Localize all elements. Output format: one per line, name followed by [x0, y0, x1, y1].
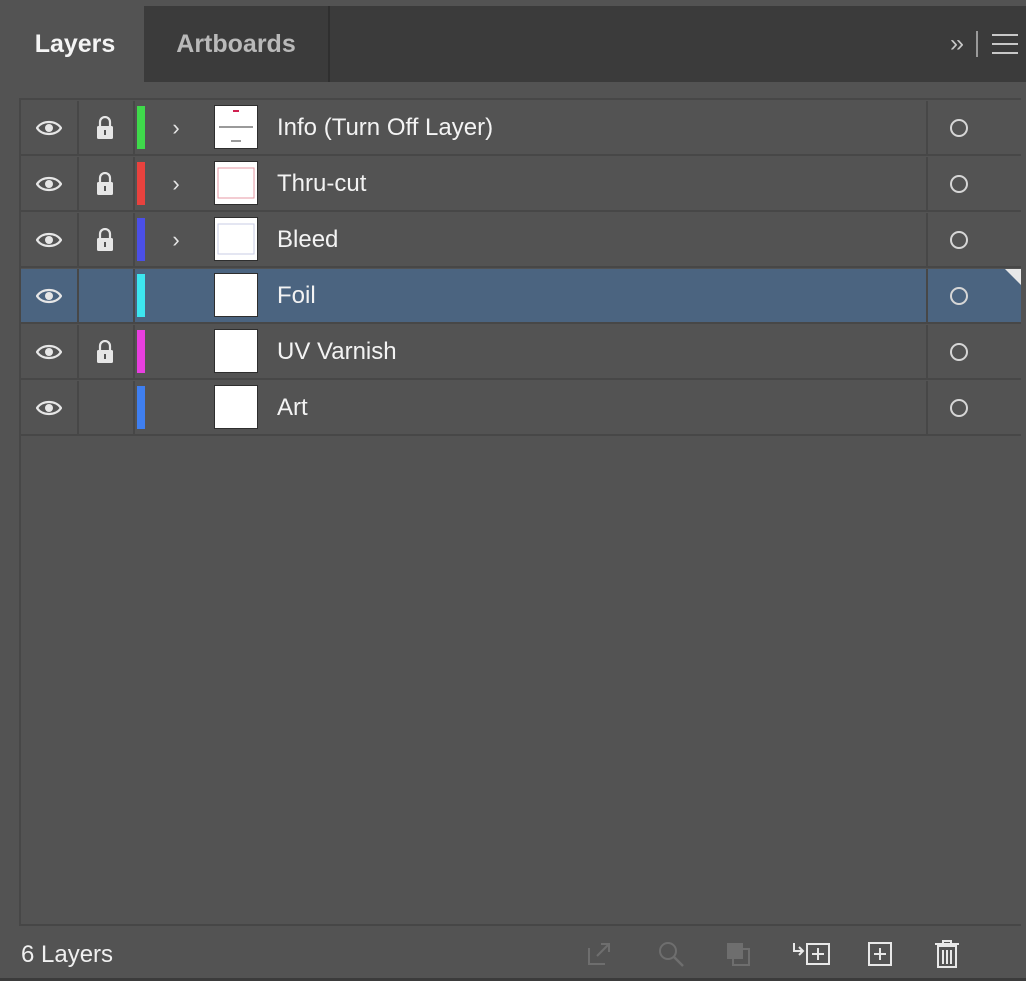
lock-toggle[interactable] [77, 157, 135, 210]
panel-footer: 6 Layers [0, 928, 1026, 981]
layer-color-swatch [137, 162, 145, 205]
eye-icon [36, 287, 62, 305]
target-toggle[interactable] [926, 213, 990, 266]
tab-bar-actions: ›› [950, 6, 1026, 82]
target-circle-icon [950, 230, 968, 249]
clipping-mask-icon[interactable] [722, 938, 754, 970]
layer-name[interactable]: Bleed [277, 213, 338, 266]
target-circle-icon [950, 174, 968, 193]
layer-name[interactable]: Info (Turn Off Layer) [277, 101, 493, 154]
eye-icon [36, 175, 62, 193]
panel-tab-bar: Layers Artboards ›› [6, 6, 1026, 82]
layer-thumbnail [214, 329, 258, 373]
target-toggle[interactable] [926, 269, 990, 322]
lock-icon [95, 171, 115, 196]
layer-color-swatch [137, 330, 145, 373]
layer-thumbnail [214, 217, 258, 261]
layer-color-swatch [137, 386, 145, 429]
eye-icon [36, 399, 62, 417]
layer-color-swatch [137, 274, 145, 317]
layer-name[interactable]: Foil [277, 269, 316, 322]
layer-row-info-turn-off-layer[interactable]: › Info (Turn Off Layer) [21, 101, 1021, 156]
hamburger-menu-icon[interactable] [992, 34, 1018, 54]
layer-color-swatch [137, 218, 145, 261]
visibility-toggle[interactable] [21, 325, 79, 378]
layer-row-uv-varnish[interactable]: UV Varnish [21, 325, 1021, 380]
divider [976, 31, 978, 57]
visibility-toggle[interactable] [21, 269, 79, 322]
trash-icon[interactable] [931, 938, 963, 970]
visibility-toggle[interactable] [21, 157, 79, 210]
visibility-toggle[interactable] [21, 381, 79, 434]
layer-name[interactable]: Thru-cut [277, 157, 366, 210]
lock-icon [95, 227, 115, 252]
lock-toggle[interactable] [77, 101, 135, 154]
layer-row-bleed[interactable]: › Bleed [21, 213, 1021, 268]
lock-toggle[interactable] [77, 381, 135, 434]
target-circle-icon [950, 342, 968, 361]
locate-object-icon[interactable] [655, 938, 687, 970]
layer-color-swatch [137, 106, 145, 149]
layer-thumbnail [214, 385, 258, 429]
layer-thumbnail [214, 105, 258, 149]
lock-toggle[interactable] [77, 325, 135, 378]
lock-icon [95, 115, 115, 140]
lock-icon [95, 339, 115, 364]
new-sublayer-icon[interactable] [790, 938, 834, 970]
eye-icon [36, 119, 62, 137]
tab-artboards[interactable]: Artboards [144, 6, 330, 82]
selection-indicator [1005, 269, 1021, 285]
double-chevron-right-icon[interactable]: ›› [950, 30, 964, 58]
layer-row-foil[interactable]: Foil [21, 269, 1021, 324]
layer-thumbnail [214, 273, 258, 317]
layer-row-thru-cut[interactable]: › Thru-cut [21, 157, 1021, 212]
layer-count: 6 Layers [21, 940, 114, 968]
new-layer-icon[interactable] [864, 938, 896, 970]
target-circle-icon [950, 286, 968, 305]
layer-thumbnail [214, 161, 258, 205]
eye-icon [36, 343, 62, 361]
layer-row-art[interactable]: Art [21, 381, 1021, 436]
target-toggle[interactable] [926, 101, 990, 154]
target-toggle[interactable] [926, 325, 990, 378]
eye-icon [36, 231, 62, 249]
layers-panel: Layers Artboards ›› › Info (Turn Off Laye… [0, 0, 1026, 981]
chevron-right-icon[interactable]: › [161, 157, 191, 210]
layer-name[interactable]: Art [277, 381, 308, 434]
chevron-right-icon[interactable]: › [161, 213, 191, 266]
target-toggle[interactable] [926, 381, 990, 434]
target-circle-icon [950, 398, 968, 417]
lock-toggle[interactable] [77, 269, 135, 322]
visibility-toggle[interactable] [21, 101, 79, 154]
tab-layers[interactable]: Layers [6, 6, 144, 82]
export-icon[interactable] [583, 938, 615, 970]
chevron-right-icon[interactable]: › [161, 101, 191, 154]
target-circle-icon [950, 118, 968, 137]
target-toggle[interactable] [926, 157, 990, 210]
visibility-toggle[interactable] [21, 213, 79, 266]
lock-toggle[interactable] [77, 213, 135, 266]
layer-name[interactable]: UV Varnish [277, 325, 397, 378]
